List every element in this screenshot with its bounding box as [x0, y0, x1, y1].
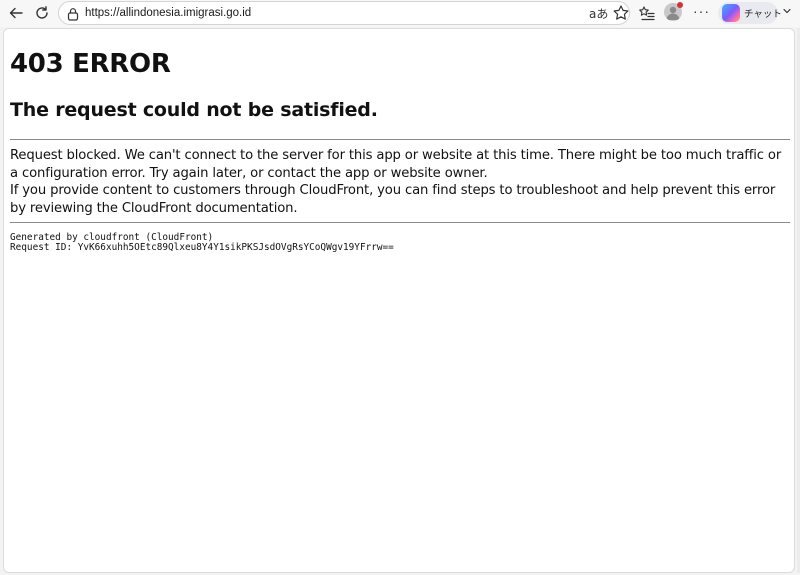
- chevron-down-icon[interactable]: [782, 6, 792, 16]
- browser-toolbar: https://allindonesia.imigrasi.go.id aあ ·…: [0, 0, 800, 27]
- address-bar[interactable]: https://allindonesia.imigrasi.go.id aあ: [58, 1, 630, 25]
- more-menu-button[interactable]: ···: [693, 3, 710, 19]
- notification-dot: [677, 2, 683, 8]
- error-message: Request blocked. We can't connect to the…: [10, 147, 792, 217]
- favorite-star-icon[interactable]: [612, 4, 630, 22]
- back-arrow-icon: [9, 7, 23, 19]
- favorites-list-icon[interactable]: [638, 4, 656, 22]
- refresh-icon: [36, 6, 48, 19]
- error-subtitle: The request could not be satisfied.: [10, 99, 378, 121]
- chat-label[interactable]: チャット: [744, 6, 782, 20]
- request-id-text: Request ID: YvK66xuhh5OEtc89Qlxeu8Y4Y1si…: [10, 242, 394, 253]
- error-title: 403 ERROR: [10, 49, 171, 79]
- read-aloud-icon[interactable]: aあ: [589, 5, 608, 22]
- message-paragraph-2: If you provide content to customers thro…: [10, 183, 776, 216]
- refresh-button[interactable]: [30, 2, 54, 24]
- copilot-icon[interactable]: [722, 4, 740, 22]
- divider-bottom: [10, 222, 790, 223]
- divider-top: [10, 139, 790, 140]
- back-button[interactable]: [4, 2, 28, 24]
- lock-icon[interactable]: [67, 7, 79, 21]
- url-text[interactable]: https://allindonesia.imigrasi.go.id: [85, 7, 251, 19]
- message-paragraph-1: Request blocked. We can't connect to the…: [10, 148, 782, 181]
- page-content: 403 ERROR The request could not be satis…: [3, 28, 795, 573]
